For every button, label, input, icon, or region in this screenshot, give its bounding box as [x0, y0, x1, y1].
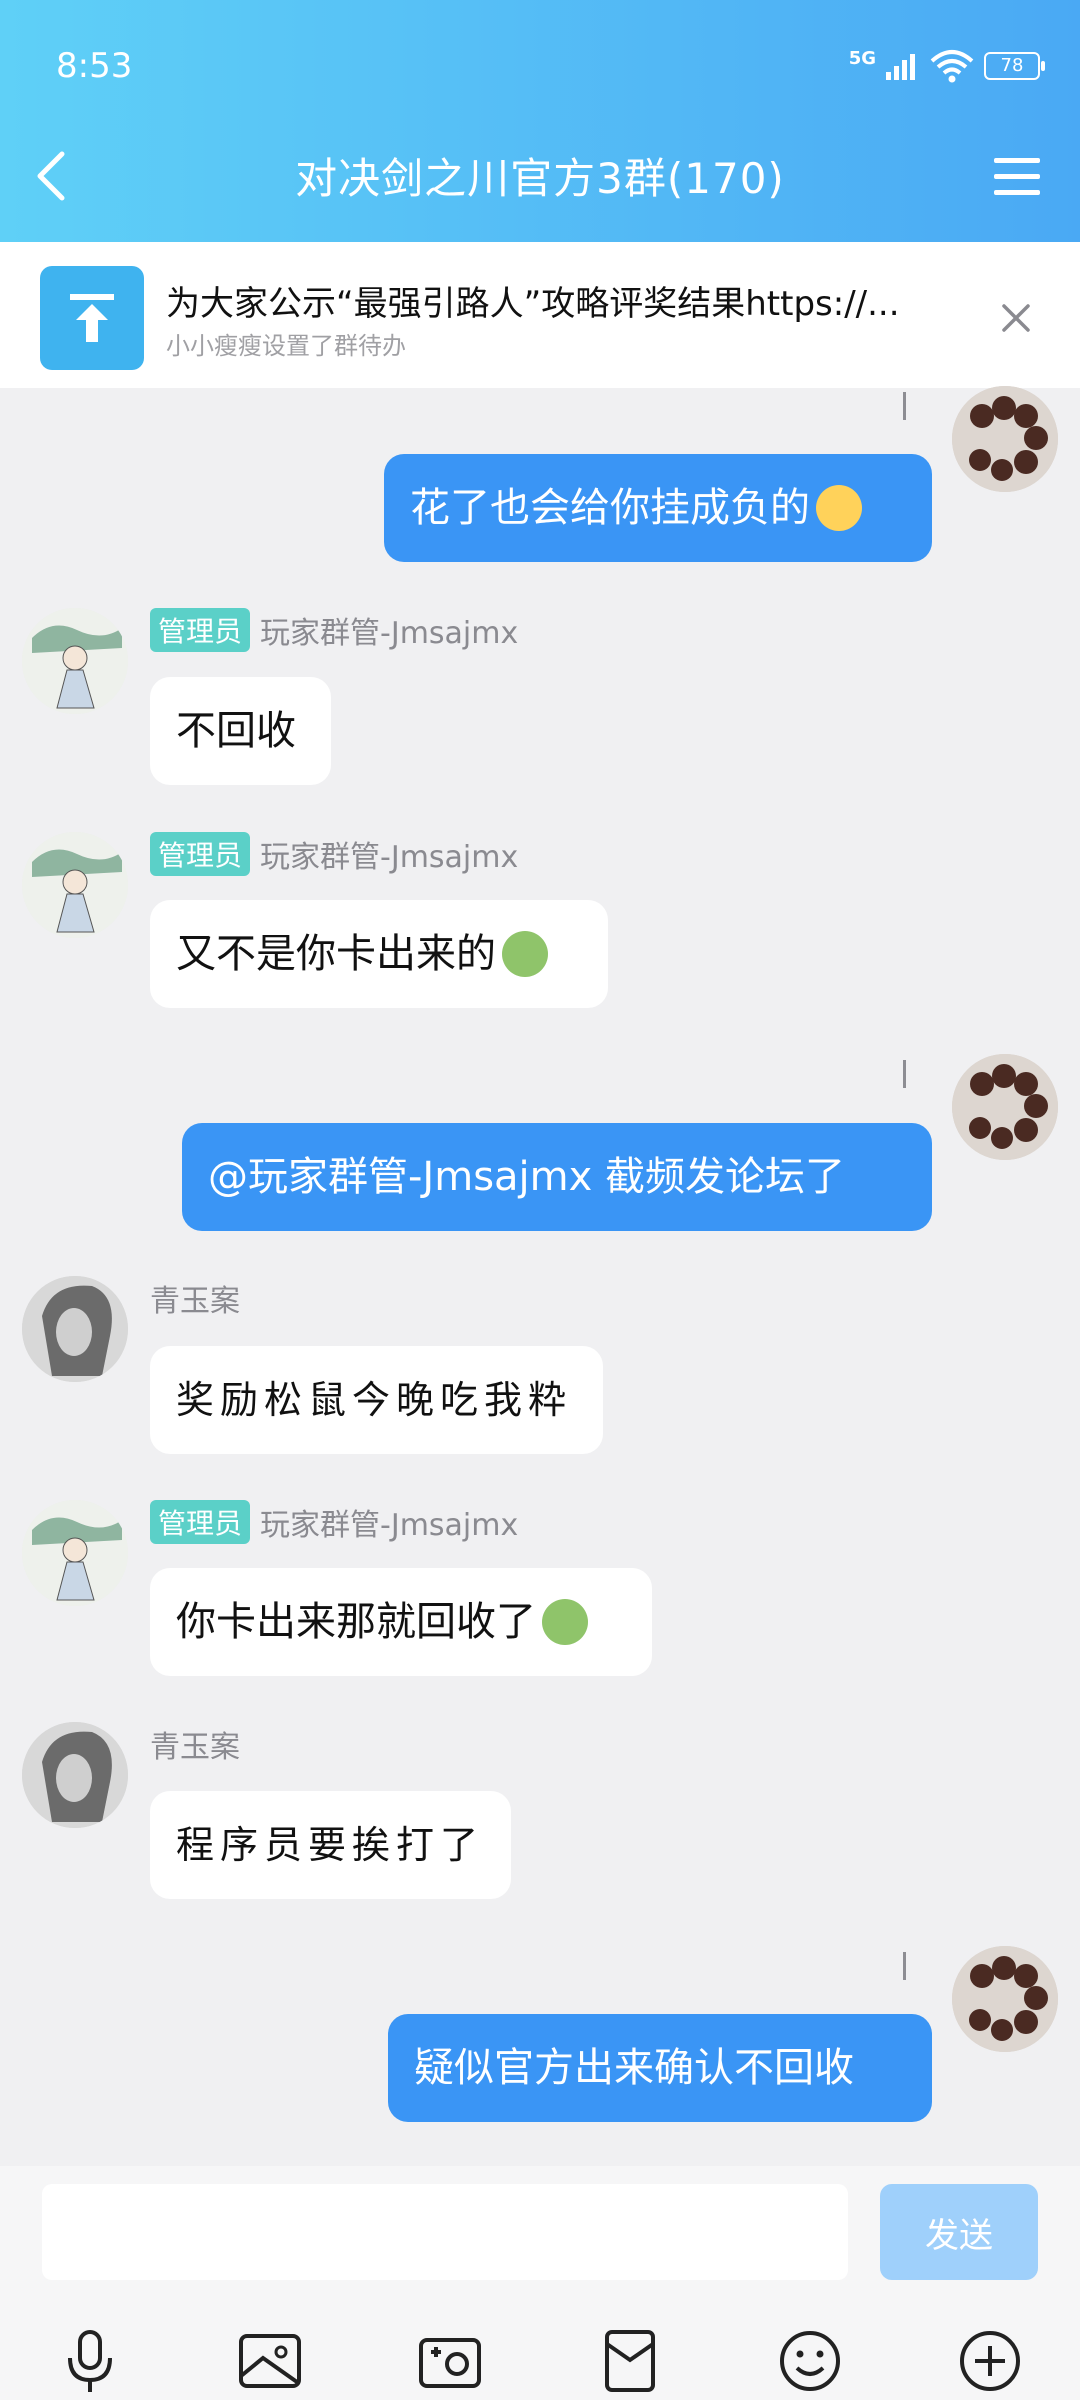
message-bubble[interactable]: 花了也会给你挂成负的 — [384, 454, 932, 562]
send-button[interactable]: 发送 — [880, 2184, 1038, 2280]
pinned-title: 为大家公示“最强引路人”攻略评奖结果https://... — [166, 284, 900, 324]
message-input[interactable] — [42, 2184, 848, 2280]
battery-icon: 78 — [984, 52, 1045, 80]
composer-toolbar — [0, 2326, 1080, 2400]
image-button[interactable] — [235, 2326, 305, 2396]
sender-line: 青玉案 — [150, 1276, 240, 1320]
admin-badge: 管理员 — [150, 1500, 251, 1544]
message-bubble[interactable]: 你卡出来那就回收了 — [150, 1568, 652, 1676]
admin-badge: 管理员 — [150, 608, 251, 652]
chat-title: 对决剑之川官方3群(170) — [295, 154, 785, 203]
admin-badge: 管理员 — [150, 832, 251, 876]
read-indicator — [903, 1060, 906, 1088]
status-icons: 5G 78 — [848, 46, 1045, 86]
message-text: 你卡出来那就回收了 — [176, 1599, 536, 1645]
menu-button[interactable] — [994, 156, 1040, 198]
mic-icon — [68, 2330, 112, 2392]
read-indicator — [903, 1952, 906, 1980]
status-time: 8:53 — [56, 46, 133, 86]
message-text: 奖励松鼠今晚吃我粋 — [176, 1378, 573, 1422]
menu-icon — [994, 158, 1040, 195]
user-avatar[interactable] — [22, 1276, 128, 1382]
sender-line: 管理员 玩家群管-Jmsajmx — [150, 1500, 518, 1544]
my-avatar[interactable] — [952, 386, 1058, 492]
sender-name[interactable]: 青玉案 — [150, 1276, 240, 1320]
battery-level: 78 — [1000, 55, 1024, 76]
wifi-icon — [930, 50, 974, 83]
sender-name[interactable]: 玩家群管-Jmsajmx — [260, 608, 518, 652]
red-packet-icon — [605, 2330, 655, 2392]
camera-icon — [419, 2338, 481, 2388]
my-avatar[interactable] — [952, 1946, 1058, 2052]
sender-line: 管理员 玩家群管-Jmsajmx — [150, 608, 518, 652]
admin-avatar[interactable] — [22, 1500, 128, 1606]
frog-sticker-icon — [502, 931, 548, 977]
message-text: 疑似官方出来确认不回收 — [414, 2045, 854, 2091]
close-icon — [1002, 304, 1030, 332]
user-avatar[interactable] — [22, 1722, 128, 1828]
voice-button[interactable] — [55, 2326, 125, 2396]
app-header: 8:53 5G 78 对决剑之川官方3群(170) — [0, 0, 1080, 242]
pinned-subtitle: 小小瘦瘦设置了群待办 — [166, 332, 406, 360]
red-packet-button[interactable] — [595, 2326, 665, 2396]
message-text: 不回收 — [176, 708, 296, 754]
message-text: 程序员要挨打了 — [176, 1823, 485, 1867]
message-text: 又不是你卡出来的 — [176, 931, 496, 977]
pinned-todo-banner[interactable]: 为大家公示“最强引路人”攻略评奖结果https://... 小小瘦瘦设置了群待办 — [0, 242, 1080, 388]
sender-name[interactable]: 玩家群管-Jmsajmx — [260, 1500, 518, 1544]
message-bubble[interactable]: 又不是你卡出来的 — [150, 900, 608, 1008]
read-indicator — [903, 392, 906, 420]
emoji-icon — [780, 2331, 840, 2391]
network-type: 5G — [848, 47, 876, 69]
sender-name[interactable]: 玩家群管-Jmsajmx — [260, 832, 518, 876]
close-pinned-button[interactable] — [996, 298, 1036, 338]
grimace-emoji-icon — [816, 485, 862, 531]
admin-avatar[interactable] — [22, 832, 128, 938]
message-bubble[interactable]: 程序员要挨打了 — [150, 1791, 511, 1899]
frog-sticker-icon — [542, 1599, 588, 1645]
signal-icon — [886, 54, 915, 80]
sender-line: 青玉案 — [150, 1722, 240, 1766]
emoji-button[interactable] — [775, 2326, 845, 2396]
message-bubble[interactable]: @玩家群管-Jmsajmx 截频发论坛了 — [182, 1123, 932, 1231]
my-avatar[interactable] — [952, 1054, 1058, 1160]
more-button[interactable] — [955, 2326, 1025, 2396]
composer: 发送 — [0, 2166, 1080, 2400]
admin-avatar[interactable] — [22, 608, 128, 714]
message-bubble[interactable]: 奖励松鼠今晚吃我粋 — [150, 1346, 603, 1454]
message-bubble[interactable]: 不回收 — [150, 677, 331, 785]
plus-icon — [960, 2331, 1020, 2391]
sender-name[interactable]: 青玉案 — [150, 1722, 240, 1766]
message-text: @玩家群管-Jmsajmx 截频发论坛了 — [208, 1154, 846, 1200]
image-icon — [239, 2334, 301, 2388]
message-bubble[interactable]: 疑似官方出来确认不回收 — [388, 2014, 932, 2122]
pin-top-icon — [40, 266, 144, 370]
sender-line: 管理员 玩家群管-Jmsajmx — [150, 832, 518, 876]
message-text: 花了也会给你挂成负的 — [410, 485, 810, 531]
camera-button[interactable] — [415, 2326, 485, 2396]
